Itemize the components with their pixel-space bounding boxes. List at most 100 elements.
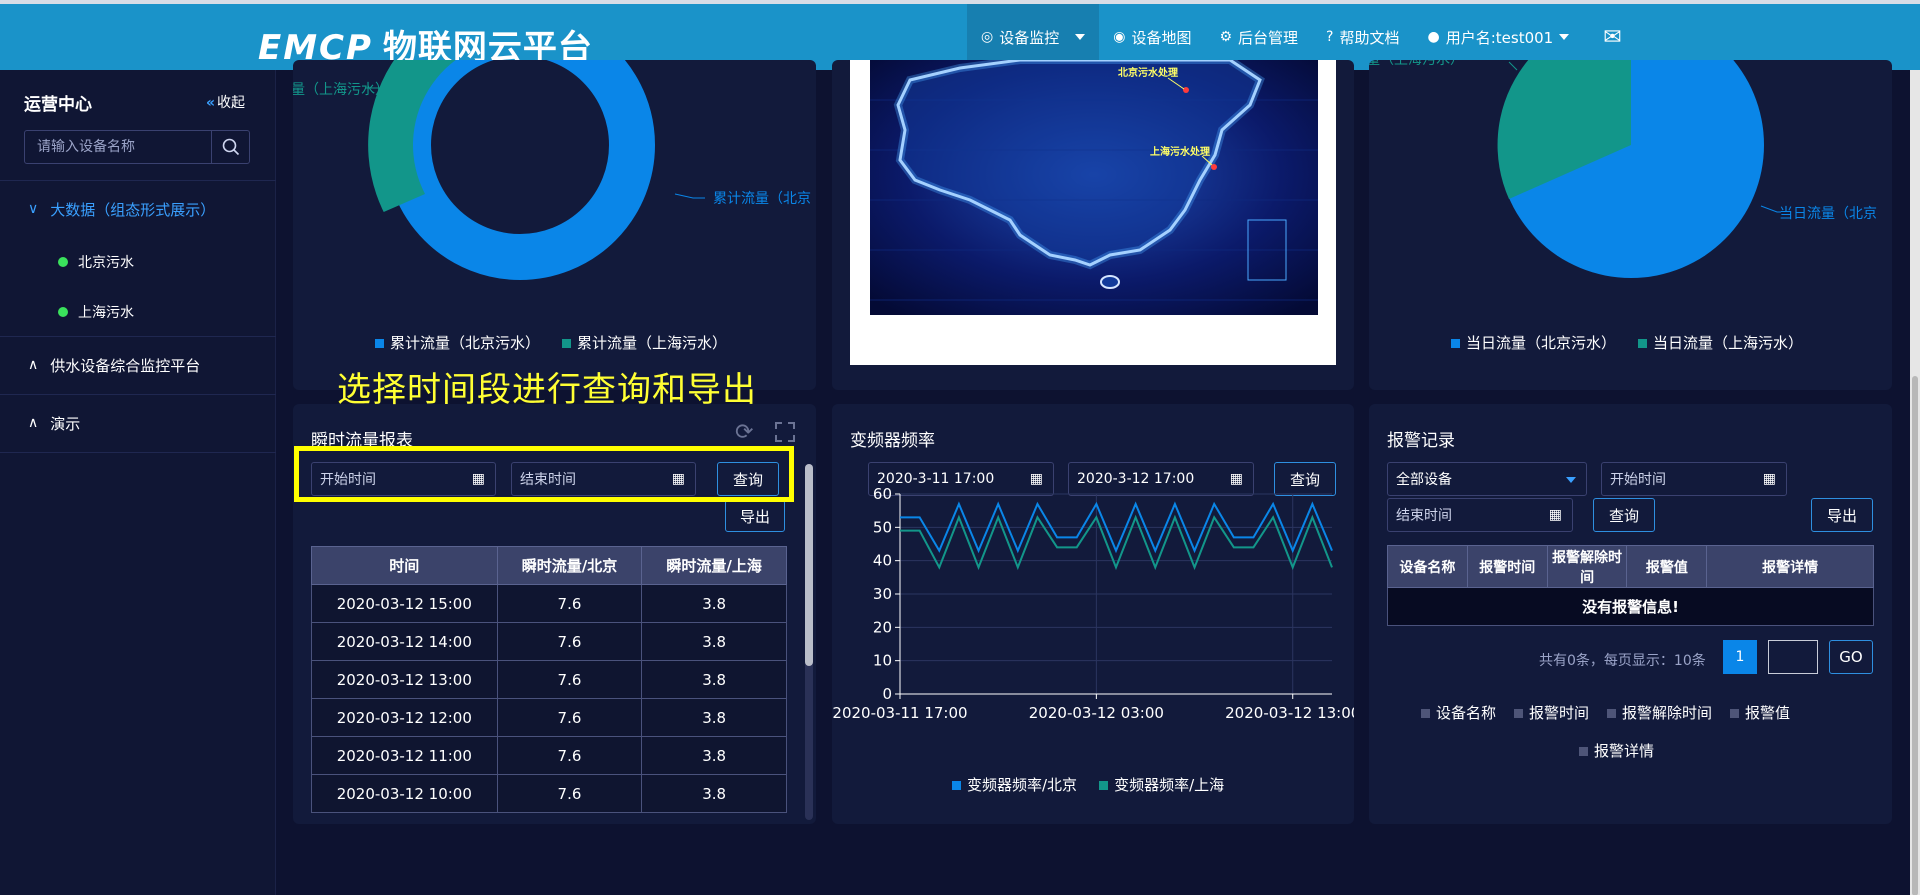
legend-swatch (562, 339, 572, 348)
search-button[interactable] (211, 131, 249, 163)
collapse-button[interactable]: «收起 (206, 92, 245, 112)
donut-label-shanghai: 量（上海污水） (293, 82, 389, 98)
menu-group-label: 演示 (50, 414, 81, 433)
nav-label: 帮助文档 (1339, 28, 1400, 47)
page-scrollbar[interactable] (1910, 70, 1920, 895)
table-cell: 2020-03-12 10:00 (311, 774, 498, 813)
scrollbar-thumb[interactable] (805, 464, 813, 666)
sidebar-item-beijing[interactable]: 北京污水 (0, 237, 276, 287)
column-header[interactable]: 时间 (311, 546, 498, 585)
table-scrollbar[interactable] (805, 464, 813, 820)
x-tick-label: 2020-03-12 03:00 (1029, 704, 1164, 722)
table-row: 2020-03-12 15:00 7.6 3.8 (311, 584, 787, 623)
x-tick-label: 2020-03-11 17:00 (832, 704, 967, 722)
device-search (24, 130, 250, 164)
refresh-icon[interactable]: ⟳ (735, 420, 753, 445)
nav-label: 设备监控 (999, 28, 1060, 47)
legend-item[interactable]: 设备名称 (1421, 702, 1496, 723)
query-button[interactable]: 查询 (1593, 498, 1655, 532)
status-dot (58, 257, 68, 267)
chevron-up-icon: ∧ (28, 415, 39, 431)
vfd-legend: 变频器频率/北京 变频器频率/上海 (952, 774, 1224, 795)
calendar-icon: ▦ (1548, 507, 1562, 523)
sidebar-item-label: 北京污水 (78, 255, 134, 271)
legend-item[interactable]: 报警值 (1730, 702, 1790, 723)
collapse-label: 收起 (217, 95, 246, 111)
go-button[interactable]: GO (1829, 640, 1873, 674)
menu-group-header[interactable]: ∧ 供水设备综合监控平台 (0, 337, 276, 393)
page-button[interactable]: 1 (1723, 640, 1757, 674)
nav-label: 用户名:test001 (1445, 28, 1554, 47)
search-icon (222, 138, 239, 156)
chevron-down-icon (1559, 34, 1570, 40)
pie-label-beijing: 当日流量（北京 (1779, 206, 1877, 222)
legend-swatch (1638, 339, 1648, 348)
marker-beijing[interactable] (1183, 87, 1189, 93)
flow-table-viewport: 时间 瞬时流量/北京 瞬时流量/上海 2020-03-12 15:00 7.6 3.… (311, 546, 787, 824)
end-time-field[interactable]: 结束时间 ▦ (1387, 498, 1573, 532)
column-header[interactable]: 报警值 (1626, 545, 1708, 588)
nav-label: 设备地图 (1131, 28, 1192, 47)
menu-divider (0, 452, 276, 453)
column-header[interactable]: 报警详情 (1706, 545, 1874, 588)
alarm-legend: 设备名称 报警时间 报警解除时间 报警值 (1421, 702, 1790, 723)
device-search-input[interactable] (25, 131, 211, 163)
table-cell: 2020-03-12 14:00 (311, 622, 498, 661)
table-cell: 3.8 (641, 698, 787, 737)
column-header[interactable]: 瞬时流量/北京 (496, 546, 643, 585)
export-button[interactable]: 导出 (725, 500, 785, 532)
y-tick-label: 50 (873, 518, 892, 536)
menu-group-bigdata: ∨ 大数据（组态形式展示） 北京污水 上海污水 (0, 180, 276, 337)
menu-group-header[interactable]: ∨ 大数据（组态形式展示） (0, 181, 276, 237)
legend-item[interactable]: 报警解除时间 (1607, 702, 1712, 723)
china-map[interactable]: 北京污水处理 上海污水处理 (870, 60, 1318, 315)
device-select[interactable]: 全部设备 (1387, 462, 1587, 496)
table-cell: 7.6 (496, 584, 643, 623)
legend-item-shanghai[interactable]: 变频器频率/上海 (1099, 774, 1224, 795)
legend-item-shanghai[interactable]: 当日流量（上海污水） (1638, 332, 1803, 353)
menu-group-header[interactable]: ∧ 演示 (0, 395, 276, 451)
fullscreen-icon[interactable] (775, 422, 795, 442)
legend-item-beijing[interactable]: 变频器频率/北京 (952, 774, 1077, 795)
sidebar-title: 运营中心 (24, 95, 92, 115)
user-icon: ● (1427, 29, 1440, 45)
donut-slice-beijing[interactable] (385, 60, 655, 280)
legend-label: 报警值 (1745, 704, 1791, 722)
label-leader-line (1508, 61, 1518, 71)
y-tick-label: 60 (873, 485, 892, 503)
table-cell: 2020-03-12 11:00 (311, 736, 498, 775)
column-header[interactable]: 报警解除时间 (1546, 545, 1628, 588)
series-line-shanghai[interactable] (900, 514, 1333, 571)
chevron-down-icon[interactable] (1075, 34, 1086, 40)
legend-label: 变频器频率/上海 (1114, 776, 1225, 794)
column-header[interactable]: 报警时间 (1466, 545, 1548, 588)
column-header[interactable]: 瞬时流量/上海 (641, 546, 787, 585)
table-row: 没有报警信息! (1387, 587, 1874, 626)
legend-label: 报警解除时间 (1622, 704, 1713, 722)
alarm-table: 设备名称 报警时间 报警解除时间 报警值 报警详情 没有报警信息! (1387, 545, 1874, 626)
start-time-field[interactable]: 开始时间 ▦ (1601, 462, 1787, 496)
label-leader-line (674, 193, 705, 199)
legend-item-beijing[interactable]: 当日流量（北京污水） (1451, 332, 1616, 353)
alarm-panel: 报警记录 全部设备 开始时间 ▦ 结束时间 ▦ 查询 导出 设备名称 报警时间 报警… (1369, 404, 1892, 824)
y-tick-label: 10 (873, 652, 892, 670)
table-cell: 2020-03-12 15:00 (311, 584, 498, 623)
sidebar-item-shanghai[interactable]: 上海污水 (0, 287, 276, 337)
calendar-icon: ▦ (1762, 471, 1776, 487)
table-cell: 3.8 (641, 584, 787, 623)
legend-item-shanghai[interactable]: 累计流量（上海污水） (562, 332, 727, 353)
scrollbar-thumb[interactable] (1912, 376, 1918, 895)
legend-swatch (1730, 709, 1740, 718)
column-header[interactable]: 设备名称 (1387, 545, 1468, 588)
vfd-line-chart: 0 10 20 30 40 50 60 2020-03-11 17:00 2020-03-12 … (832, 485, 1354, 722)
chevron-down-icon: ∨ (28, 201, 39, 217)
export-button[interactable]: 导出 (1811, 498, 1873, 532)
chevron-up-icon: ∧ (28, 357, 39, 373)
legend-swatch (1607, 709, 1617, 718)
x-tick-label: 2020-03-12 13:00 (1225, 704, 1354, 722)
legend-item[interactable]: 报警详情 (1579, 740, 1654, 761)
page-jump-input[interactable] (1768, 640, 1818, 674)
legend-item[interactable]: 报警时间 (1514, 702, 1589, 723)
legend-item-beijing[interactable]: 累计流量（北京污水） (375, 332, 540, 353)
sidebar-item-label: 上海污水 (78, 305, 134, 321)
